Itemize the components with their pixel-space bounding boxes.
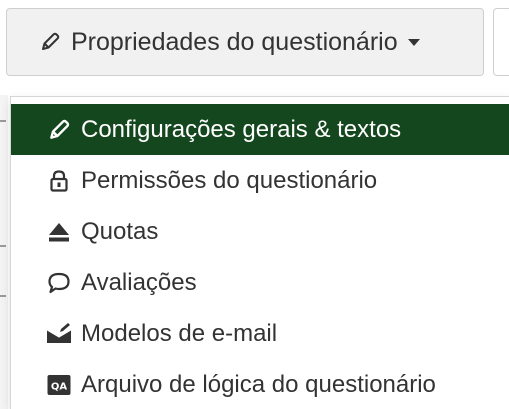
survey-properties-button[interactable]: Propriedades do questionário (6, 8, 484, 76)
menu-item-assessments[interactable]: Avaliações (11, 257, 509, 308)
eject-icon (45, 218, 73, 246)
menu-item-general-settings[interactable]: Configurações gerais & textos (11, 104, 509, 155)
speech-bubble-icon (45, 269, 73, 297)
menu-item-email-templates[interactable]: Modelos de e-mail (11, 308, 509, 359)
background-mark (0, 295, 6, 297)
svg-text:QA: QA (51, 381, 68, 392)
menu-item-label: Configurações gerais & textos (81, 115, 402, 143)
survey-properties-menu: Configurações gerais & textos Permissões… (10, 96, 509, 409)
lock-icon (45, 167, 73, 195)
menu-item-permissions[interactable]: Permissões do questionário (11, 155, 509, 206)
pencil-icon (37, 29, 63, 55)
menu-item-label: Avaliações (81, 268, 197, 296)
background-mark (0, 120, 6, 122)
survey-properties-screen: Propriedades do questionário Configuraçõ… (0, 0, 509, 409)
next-toolbar-button[interactable] (493, 8, 509, 76)
caret-down-icon (407, 38, 420, 46)
menu-item-quotas[interactable]: Quotas (11, 206, 509, 257)
background-page-edge (0, 95, 8, 409)
menu-item-label: Arquivo de lógica do questionário (81, 370, 436, 398)
background-mark (0, 245, 6, 247)
menu-item-label: Permissões do questionário (81, 166, 378, 194)
menu-item-survey-logic-file[interactable]: QA Arquivo de lógica do questionário (11, 359, 509, 409)
envelope-icon (45, 320, 73, 348)
survey-properties-label: Propriedades do questionário (71, 27, 398, 56)
pencil-icon (45, 116, 73, 144)
qa-icon: QA (45, 371, 73, 399)
menu-item-label: Modelos de e-mail (81, 319, 278, 347)
menu-item-label: Quotas (81, 217, 159, 245)
